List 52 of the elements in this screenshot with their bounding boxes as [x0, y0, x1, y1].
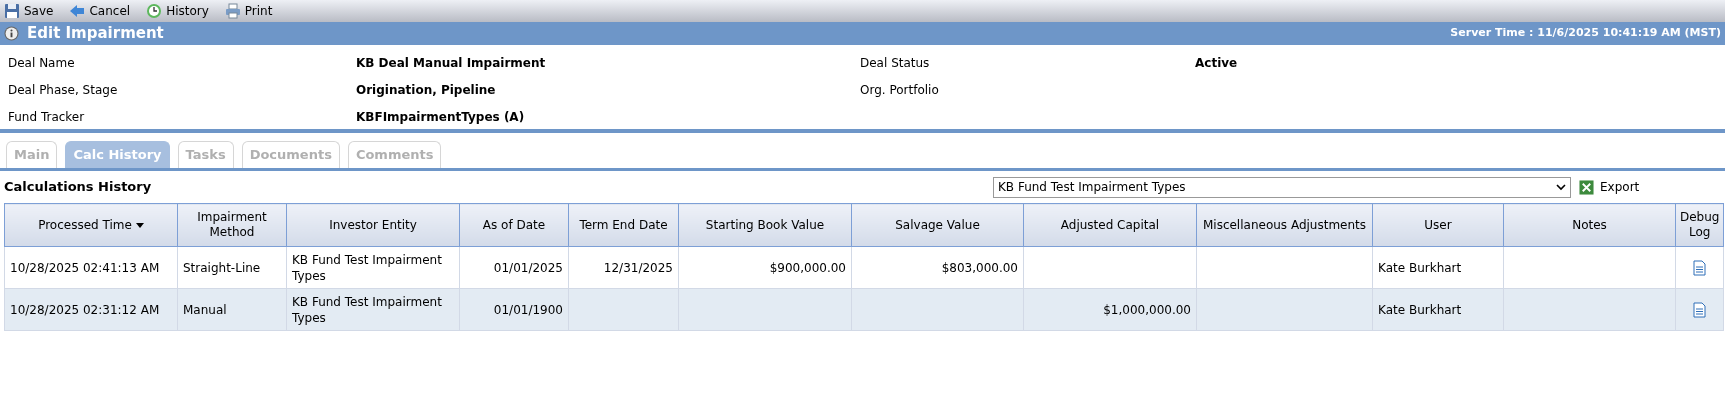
field-label: Fund Tracker: [7, 108, 86, 126]
toolbar-button[interactable]: History: [146, 2, 209, 20]
document-icon[interactable]: [1693, 259, 1707, 276]
table-cell: 10/28/2025 02:41:13 AM: [10, 260, 160, 275]
field-label: Deal Status: [860, 54, 931, 72]
table-cell: 01/01/2025: [493, 260, 563, 275]
table-cell: KB Fund Test Impairment Types: [292, 252, 442, 283]
table-cell: Straight-Line: [183, 260, 261, 275]
info-icon: [4, 26, 19, 41]
clock-icon: [146, 3, 163, 19]
field-value: Active: [1195, 54, 1238, 72]
field-value: KB Deal Manual Impairment: [356, 54, 547, 72]
spreadsheet-icon: [1579, 179, 1594, 195]
column-header[interactable]: Notes: [1503, 203, 1676, 247]
left-arrow-icon: [69, 3, 86, 19]
document-icon[interactable]: [1693, 301, 1707, 318]
field-label: Deal Phase, Stage: [7, 81, 119, 99]
column-header[interactable]: Adjusted Capital: [1023, 203, 1197, 247]
printer-icon: [224, 3, 241, 19]
server-time: Server Time : 11/6/2025 10:41:19 AM (MST): [1450, 25, 1721, 42]
fund-select[interactable]: KB Fund Test Impairment Types: [993, 176, 1571, 198]
page-title: Edit Impairment: [27, 23, 164, 45]
toolbar-button[interactable]: Cancel: [69, 2, 131, 20]
column-header[interactable]: User: [1372, 203, 1504, 247]
field-label: Org. Portfolio: [860, 81, 940, 99]
table-cell: $900,000.00: [769, 260, 846, 275]
table-cell: Kate Burkhart: [1378, 260, 1462, 275]
field-value: Origination, Pipeline: [356, 81, 497, 99]
table-cell: Kate Burkhart: [1378, 302, 1462, 317]
column-header[interactable]: Processed Time: [4, 203, 178, 247]
column-header[interactable]: Term End Date: [568, 203, 679, 247]
field-value: KBFImpairmentTypes (A): [356, 108, 526, 126]
toolbar-button[interactable]: Print: [224, 2, 273, 20]
column-header[interactable]: Debug Log: [1675, 203, 1724, 247]
table-cell: KB Fund Test Impairment Types: [292, 294, 442, 325]
field-label: Deal Name: [7, 54, 76, 72]
table-cell: 12/31/2025: [603, 260, 673, 275]
column-header[interactable]: Investor Entity: [286, 203, 460, 247]
chevron-down-icon: [1556, 183, 1566, 191]
toolbar-button[interactable]: Save: [4, 2, 54, 20]
column-header[interactable]: Impairment Method: [177, 203, 287, 247]
column-header[interactable]: As of Date: [459, 203, 569, 247]
table-cell: 01/01/1900: [493, 302, 563, 317]
column-header[interactable]: Salvage Value: [851, 203, 1024, 247]
section-title: Calculations History: [3, 178, 153, 197]
table-cell: 10/28/2025 02:31:12 AM: [10, 302, 160, 317]
column-header[interactable]: Miscellaneous Adjustments: [1196, 203, 1373, 247]
table-cell: $1,000,000.00: [1103, 302, 1191, 317]
export-button[interactable]: Export: [1579, 178, 1640, 196]
table-cell: $803,000.00: [941, 260, 1018, 275]
table-cell: Manual: [183, 302, 227, 317]
column-header[interactable]: Starting Book Value: [678, 203, 852, 247]
